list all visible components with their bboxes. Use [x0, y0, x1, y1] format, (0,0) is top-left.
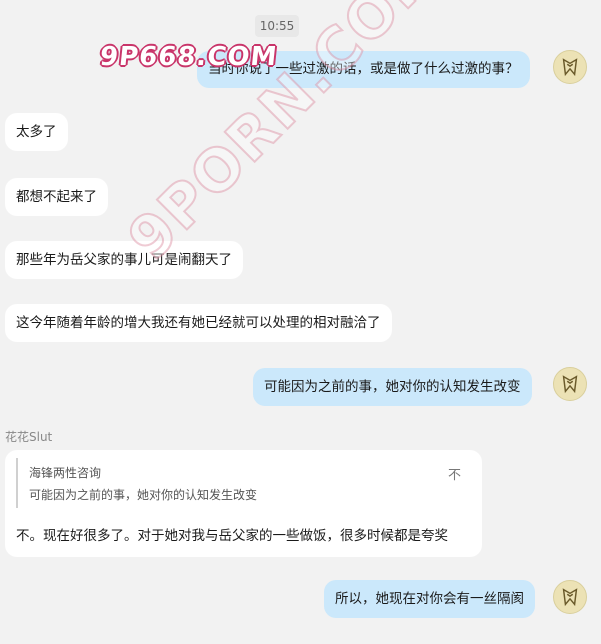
- message-outgoing[interactable]: 所以，她现在对你会有一丝隔阂: [324, 580, 535, 618]
- message-incoming[interactable]: 这今年随着年龄的增大我还有她已经就可以处理的相对融洽了: [5, 304, 392, 342]
- quote-text: 可能因为之前的事，她对你的认知发生改变: [29, 488, 258, 502]
- message-outgoing[interactable]: 可能因为之前的事，她对你的认知发生改变: [253, 368, 532, 406]
- message-incoming[interactable]: 都想不起来了: [5, 178, 108, 216]
- sender-name: 花花Slut: [5, 430, 53, 444]
- emblem-avatar-icon[interactable]: [553, 580, 587, 614]
- quote-mark-icon: 不: [447, 468, 461, 483]
- quote-author: 海锋两性咨询: [29, 466, 102, 480]
- message-incoming[interactable]: 太多了: [5, 113, 68, 151]
- emblem-avatar-icon[interactable]: [553, 367, 587, 401]
- message-reply[interactable]: 海锋两性咨询 可能因为之前的事，她对你的认知发生改变 不 不。现在好很多了。对于…: [5, 450, 482, 557]
- emblem-avatar-icon[interactable]: [553, 50, 587, 84]
- quoted-message[interactable]: 海锋两性咨询 可能因为之前的事，她对你的认知发生改变 不: [16, 458, 471, 508]
- message-outgoing[interactable]: 当时你说了一些过激的话，或是做了什么过激的事？: [197, 51, 530, 88]
- message-incoming[interactable]: 那些年为岳父家的事儿可是闹翻天了: [5, 241, 243, 279]
- watermark-diagonal: 9PORN.COM: [114, 0, 458, 274]
- reply-text: 不。现在好很多了。对于她对我与岳父家的一些做饭，很多时候都是夸奖: [16, 528, 448, 544]
- timestamp: 10:55: [255, 15, 299, 37]
